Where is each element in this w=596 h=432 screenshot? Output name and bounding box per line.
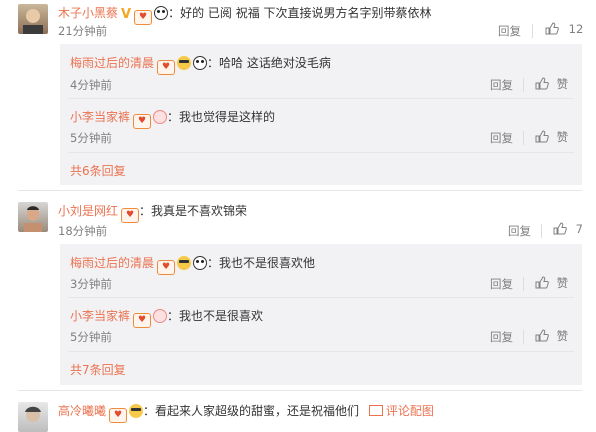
panda-emoji-icon — [154, 6, 169, 20]
comment-line: 高冷曦曦 ♥ ：看起来人家超级的甜蜜，还是祝福他们 评论配图 — [58, 402, 434, 423]
reply-user-name[interactable]: 小李当家裤 — [70, 110, 130, 124]
divider — [532, 24, 533, 38]
like-label: 赞 — [556, 276, 569, 290]
divider — [68, 297, 574, 298]
comment-user-name[interactable]: 高冷曦曦 — [58, 404, 106, 418]
fan-badge-icon: ♥ — [109, 408, 128, 423]
reply-user-name[interactable]: 梅雨过后的清晨 — [70, 56, 154, 70]
image-icon — [368, 405, 383, 416]
divider — [523, 330, 524, 344]
like-label: 赞 — [556, 329, 569, 343]
panda-emoji-icon — [193, 256, 208, 270]
reply-text: ：我也觉得是这样的 — [167, 110, 276, 124]
more-replies-link[interactable]: 共7条回复 — [70, 361, 126, 378]
reply-line: 小李当家裤 ♥ ：我也不是很喜欢 — [70, 307, 263, 328]
like-label: 赞 — [556, 77, 569, 91]
reply-line: 梅雨过后的清晨 ♥ ：我也不是很喜欢他 — [70, 254, 315, 275]
reply-text: ：我也不是很喜欢 — [167, 309, 264, 323]
divider — [523, 131, 524, 145]
comment-image-link[interactable]: 评论配图 — [386, 404, 434, 418]
rabbit-emoji-icon — [153, 309, 168, 323]
comment-text: ：我真是不喜欢锦荣 — [139, 204, 248, 218]
like-button[interactable]: 7 — [553, 222, 583, 236]
thumb-up-icon — [545, 22, 559, 35]
avatar[interactable] — [18, 202, 48, 232]
reply-button[interactable]: 回复 — [490, 329, 513, 345]
reply-text: ：哈哈 这话绝对没毛病 — [207, 56, 331, 70]
divider — [523, 277, 524, 291]
comment-time: 21分钟前 — [58, 24, 108, 38]
reply-button[interactable]: 回复 — [490, 77, 513, 93]
divider — [18, 390, 582, 391]
comment-user-name[interactable]: 小刘是网红 — [58, 204, 118, 218]
fan-badge-icon: ♥ — [121, 208, 140, 223]
thumb-up-icon — [535, 329, 549, 342]
reply-user-name[interactable]: 梅雨过后的清晨 — [70, 256, 154, 270]
fan-badge-icon: ♥ — [157, 260, 176, 275]
reply-time: 5分钟前 — [70, 131, 112, 145]
thumb-up-icon — [535, 130, 549, 143]
reply-time: 5分钟前 — [70, 330, 112, 344]
comment-line: 木子小黑蔡 V ♥ ：好的 已阅 祝福 下次直接说男方名字别带蔡依林 — [58, 4, 432, 25]
reply-button[interactable]: 回复 — [490, 130, 513, 146]
reply-time: 4分钟前 — [70, 78, 112, 92]
avatar[interactable] — [18, 402, 48, 432]
thumb-up-icon — [553, 222, 567, 235]
more-replies-link[interactable]: 共6条回复 — [70, 162, 126, 179]
cool-emoji-icon — [177, 56, 192, 70]
like-button[interactable]: 赞 — [535, 275, 568, 291]
thumb-up-icon — [535, 276, 549, 289]
avatar-image — [24, 206, 42, 232]
reply-text: ：我也不是很喜欢他 — [207, 256, 316, 270]
comment-line: 小刘是网红 ♥ ：我真是不喜欢锦荣 — [58, 202, 247, 223]
comment-text: ：看起来人家超级的甜蜜，还是祝福他们 — [143, 404, 360, 418]
avatar-image — [25, 406, 41, 422]
reply-button[interactable]: 回复 — [498, 23, 521, 39]
comment-text: ：好的 已阅 祝福 下次直接说男方名字别带蔡依林 — [168, 6, 432, 20]
divider — [68, 351, 574, 352]
like-button[interactable]: 12 — [545, 22, 583, 36]
divider — [68, 152, 574, 153]
reply-user-name[interactable]: 小李当家裤 — [70, 309, 130, 323]
reply-line: 梅雨过后的清晨 ♥ ：哈哈 这话绝对没毛病 — [70, 54, 331, 75]
avatar[interactable] — [18, 4, 48, 34]
cool-emoji-icon — [129, 404, 144, 418]
like-count: 7 — [575, 222, 583, 236]
divider — [541, 224, 542, 238]
avatar-image — [23, 9, 43, 34]
fan-badge-icon: ♥ — [157, 60, 176, 75]
panda-emoji-icon — [193, 56, 208, 70]
reply-button[interactable]: 回复 — [490, 276, 513, 292]
cool-emoji-icon — [177, 256, 192, 270]
fan-badge-icon: ♥ — [133, 313, 152, 328]
divider — [523, 78, 524, 92]
rabbit-emoji-icon — [153, 110, 168, 124]
like-button[interactable]: 赞 — [535, 328, 568, 344]
reply-line: 小李当家裤 ♥ ：我也觉得是这样的 — [70, 108, 275, 129]
fan-badge-icon: ♥ — [133, 114, 152, 129]
fan-badge-icon: ♥ — [134, 10, 153, 25]
like-count: 12 — [568, 22, 584, 36]
like-label: 赞 — [556, 130, 569, 144]
comment-user-name[interactable]: 木子小黑蔡 — [58, 6, 118, 20]
reply-button[interactable]: 回复 — [508, 223, 531, 239]
verified-icon: V — [121, 7, 132, 22]
thumb-up-icon — [535, 77, 549, 90]
like-button[interactable]: 赞 — [535, 129, 568, 145]
divider — [68, 98, 574, 99]
like-button[interactable]: 赞 — [535, 76, 568, 92]
divider — [18, 190, 582, 191]
reply-time: 3分钟前 — [70, 277, 112, 291]
comment-time: 18分钟前 — [58, 224, 108, 238]
